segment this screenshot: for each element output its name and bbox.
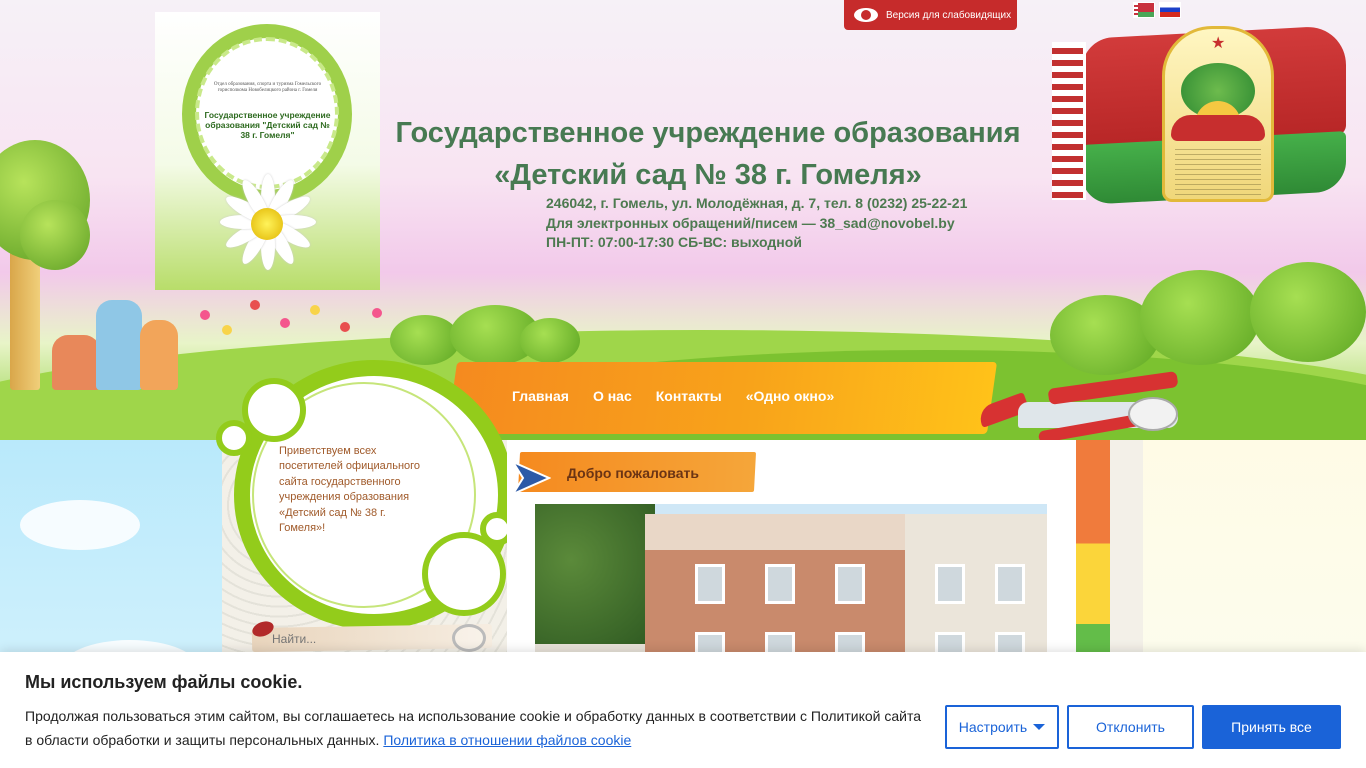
cookie-accept-button[interactable]: Принять все (1202, 705, 1341, 749)
bush-decoration (1140, 270, 1260, 365)
cookie-accept-label: Принять все (1231, 719, 1312, 735)
cookie-reject-button[interactable]: Отклонить (1067, 705, 1194, 749)
hours-text: ПН-ПТ: 07:00-17:30 СБ-ВС: выходной (546, 234, 802, 250)
cookie-reject-label: Отклонить (1096, 719, 1165, 735)
address-text: 246042, г. Гомель, ул. Молодёжная, д. 7,… (546, 195, 968, 211)
cookie-settings-button[interactable]: Настроить (945, 705, 1059, 749)
flower-decoration (250, 300, 260, 310)
emblem-icon: ★ (1162, 26, 1274, 202)
bush-decoration (520, 318, 580, 363)
site-logo[interactable]: Отдел образования, спорта и туризма Гоме… (155, 12, 380, 290)
email-text: Для электронных обращений/писем — 38_sad… (546, 214, 955, 231)
pencil-decoration (1076, 440, 1110, 670)
bush-decoration (1250, 262, 1366, 362)
flower-decoration (200, 310, 210, 320)
daisy-icon (217, 172, 317, 272)
cookie-settings-label: Настроить (958, 719, 1028, 735)
site-title-line1: Государственное учреждение образования (395, 117, 1021, 149)
welcome-text: Приветствуем всех посетителей официально… (279, 445, 421, 535)
windmill-decoration (96, 300, 142, 390)
site-title: Государственное учреждение образования «… (380, 112, 1036, 196)
caret-down-icon (1033, 724, 1046, 730)
contact-info: 246042, г. Гомель, ул. Молодёжная, д. 7,… (546, 194, 967, 253)
cookie-text: Продолжая пользоваться этим сайтом, вы с… (25, 704, 930, 752)
site-title-line2: «Детский сад № 38 г. Гомеля» (494, 159, 922, 191)
tree-decoration (20, 200, 90, 270)
flower-decoration (310, 305, 320, 315)
main-nav: Главная О нас Контакты «Одно окно» (512, 388, 834, 404)
cookie-title: Мы используем файлы cookie. (25, 672, 303, 692)
cookie-banner: Мы используем файлы cookie. Продолжая по… (0, 652, 1366, 768)
welcome-title: Добро пожаловать (567, 465, 699, 481)
flower-decoration (340, 322, 350, 332)
language-be-flag-icon[interactable] (1133, 2, 1155, 18)
nav-item-contacts[interactable]: Контакты (656, 388, 722, 404)
ring-decoration (242, 378, 306, 442)
search-button[interactable] (452, 624, 486, 652)
logo-title: Государственное учреждение образования "… (204, 110, 331, 140)
flower-decoration (372, 308, 382, 318)
arrow-icon (511, 460, 551, 496)
cookie-policy-link[interactable]: Политика в отношении файлов cookie (383, 732, 631, 748)
eye-icon (854, 8, 878, 22)
flower-decoration (280, 318, 290, 328)
bush-decoration (390, 315, 460, 365)
logo-small-text: Отдел образования, спорта и туризма Гоме… (213, 82, 322, 93)
nav-item-about[interactable]: О нас (593, 388, 632, 404)
low-vision-button[interactable]: Версия для слабовидящих (844, 0, 1017, 30)
house-decoration (140, 320, 178, 390)
low-vision-label: Версия для слабовидящих (886, 9, 1012, 21)
house-decoration (52, 335, 100, 390)
language-ru-flag-icon[interactable] (1159, 2, 1181, 18)
search-input[interactable] (272, 630, 442, 648)
belarus-flag-emblem: ★ (1052, 22, 1346, 205)
nav-item-one-window[interactable]: «Одно окно» (746, 388, 834, 404)
nav-item-home[interactable]: Главная (512, 388, 569, 404)
flower-decoration (222, 325, 232, 335)
